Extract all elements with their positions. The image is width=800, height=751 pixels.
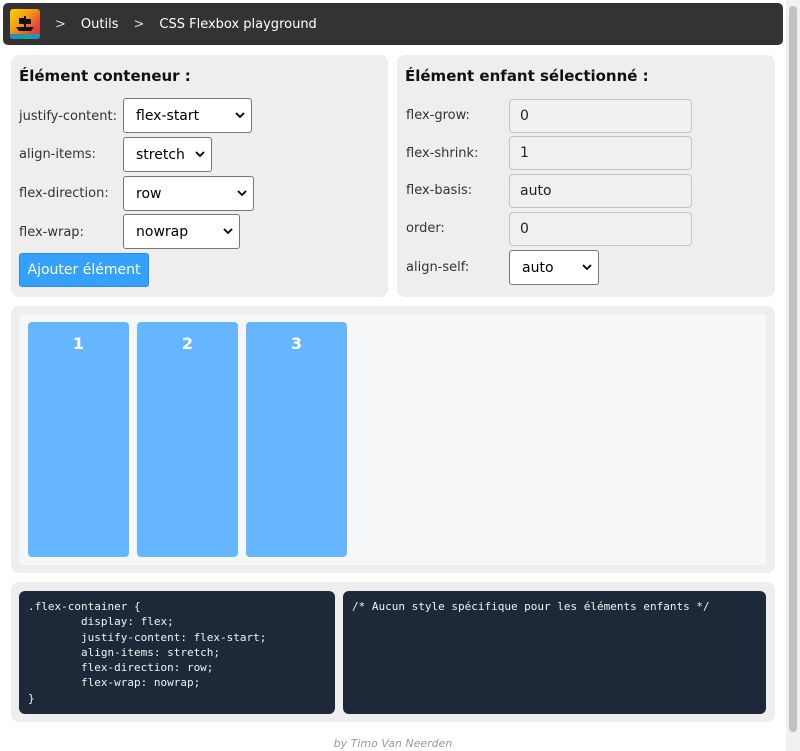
align-self-value: auto — [522, 259, 554, 276]
flex-item-3[interactable]: 3 — [246, 322, 347, 557]
flex-direction-select[interactable]: row — [123, 176, 254, 211]
justify-content-label: justify-content: — [19, 109, 117, 124]
align-items-value: stretch — [136, 146, 185, 163]
children-css-output: /* Aucun style spécifique pour les éléme… — [343, 591, 766, 714]
order-value: 0 — [520, 221, 529, 237]
container-panel-title: Élément conteneur : — [19, 67, 191, 85]
container-css-output: .flex-container { display: flex; justify… — [19, 591, 335, 714]
top-bar: > Outils > CSS Flexbox playground — [3, 3, 783, 45]
breadcrumb-separator: > — [55, 16, 66, 32]
logo-wave — [10, 34, 40, 39]
chevron-down-icon — [235, 111, 245, 118]
footer-author-link[interactable]: Timo Van Neerden — [351, 737, 453, 750]
order-input[interactable]: 0 — [509, 212, 692, 246]
flex-basis-label: flex-basis: — [406, 183, 473, 198]
flex-container-preview: 1 2 3 — [19, 314, 766, 565]
order-label: order: — [406, 221, 445, 236]
flex-shrink-input[interactable]: 1 — [509, 136, 692, 170]
flex-shrink-value: 1 — [520, 145, 529, 161]
container-settings-panel: Élément conteneur : justify-content: fle… — [11, 55, 388, 297]
add-element-button[interactable]: Ajouter élément — [19, 253, 149, 287]
footer-credit: by Timo Van Neerden — [0, 737, 786, 750]
child-settings-panel: Élément enfant sélectionné : flex-grow: … — [397, 55, 775, 297]
justify-content-select[interactable]: flex-start — [123, 98, 252, 133]
child-panel-title: Élément enfant sélectionné : — [405, 67, 649, 85]
flex-item-2[interactable]: 2 — [137, 322, 238, 557]
chevron-down-icon — [582, 263, 592, 270]
align-self-label: align-self: — [406, 260, 470, 275]
flex-direction-value: row — [136, 185, 162, 202]
flex-grow-label: flex-grow: — [406, 108, 470, 123]
chevron-down-icon — [223, 227, 233, 234]
align-self-select[interactable]: auto — [509, 250, 599, 285]
chevron-down-icon — [195, 150, 205, 157]
flex-basis-value: auto — [520, 183, 552, 199]
flex-wrap-select[interactable]: nowrap — [123, 214, 240, 249]
align-items-select[interactable]: stretch — [123, 137, 212, 172]
align-items-label: align-items: — [19, 147, 96, 162]
vertical-scrollbar[interactable] — [786, 0, 800, 751]
ship-icon — [16, 16, 34, 31]
page: > Outils > CSS Flexbox playground Élémen… — [0, 0, 786, 751]
pirate-ship-logo-icon[interactable] — [10, 9, 40, 39]
flex-shrink-label: flex-shrink: — [406, 146, 479, 161]
chevron-down-icon — [237, 189, 247, 196]
flex-grow-input[interactable]: 0 — [509, 99, 692, 133]
flex-basis-input[interactable]: auto — [509, 174, 692, 208]
flex-wrap-label: flex-wrap: — [19, 225, 84, 240]
footer-prefix: by — [333, 737, 351, 750]
flex-wrap-value: nowrap — [136, 223, 189, 240]
breadcrumb-separator: > — [133, 16, 145, 32]
flex-grow-value: 0 — [520, 108, 529, 124]
justify-content-value: flex-start — [136, 107, 200, 124]
scrollbar-thumb[interactable] — [789, 6, 797, 732]
flex-item-1[interactable]: 1 — [28, 322, 129, 557]
breadcrumb-current-page: CSS Flexbox playground — [159, 16, 317, 32]
flex-direction-label: flex-direction: — [19, 186, 109, 201]
breadcrumb-outils[interactable]: Outils — [81, 17, 119, 32]
